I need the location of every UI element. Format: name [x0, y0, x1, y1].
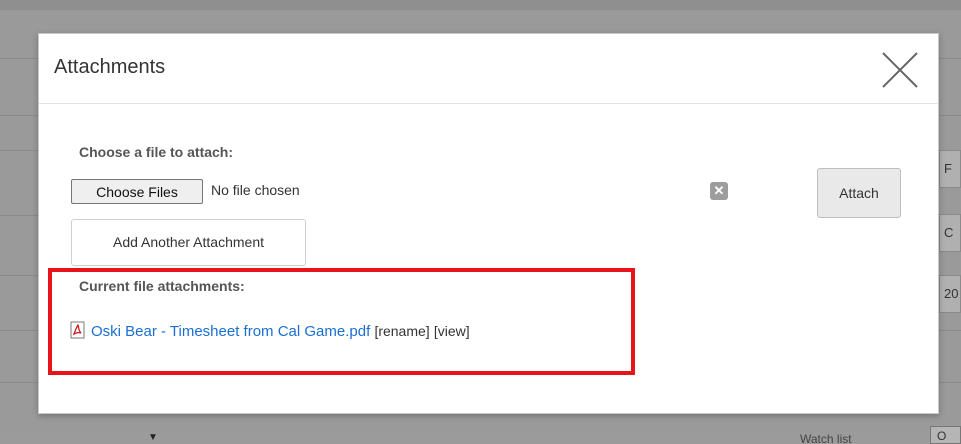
rename-link[interactable]: [rename] — [374, 323, 429, 339]
pdf-icon — [69, 321, 87, 343]
choose-file-label: Choose a file to attach: — [79, 144, 234, 160]
attachment-file-link[interactable]: Oski Bear - Timesheet from Cal Game.pdf — [91, 323, 370, 340]
watch-list-label: Watch list — [800, 432, 852, 444]
add-another-attachment-button[interactable]: Add Another Attachment — [71, 219, 306, 266]
dropdown-arrow-icon: ▼ — [148, 432, 158, 443]
no-file-chosen-text: No file chosen — [211, 182, 300, 198]
background-cell: C — [939, 214, 961, 252]
background-cell: 20 — [939, 275, 961, 313]
clear-file-icon[interactable]: ✕ — [710, 182, 728, 200]
current-attachments-label: Current file attachments: — [79, 278, 245, 294]
view-link[interactable]: [view] — [434, 323, 470, 339]
background-select: O — [930, 426, 961, 444]
attachments-modal: Attachments Choose a file to attach: Cho… — [38, 33, 939, 414]
attach-button[interactable]: Attach — [817, 168, 901, 218]
modal-header: Attachments — [39, 34, 938, 104]
choose-files-button[interactable]: Choose Files — [71, 179, 203, 204]
background-cell: F — [939, 150, 961, 188]
modal-title: Attachments — [54, 56, 166, 78]
close-icon[interactable] — [880, 50, 920, 90]
attachment-row: Oski Bear - Timesheet from Cal Game.pdf … — [69, 321, 470, 343]
